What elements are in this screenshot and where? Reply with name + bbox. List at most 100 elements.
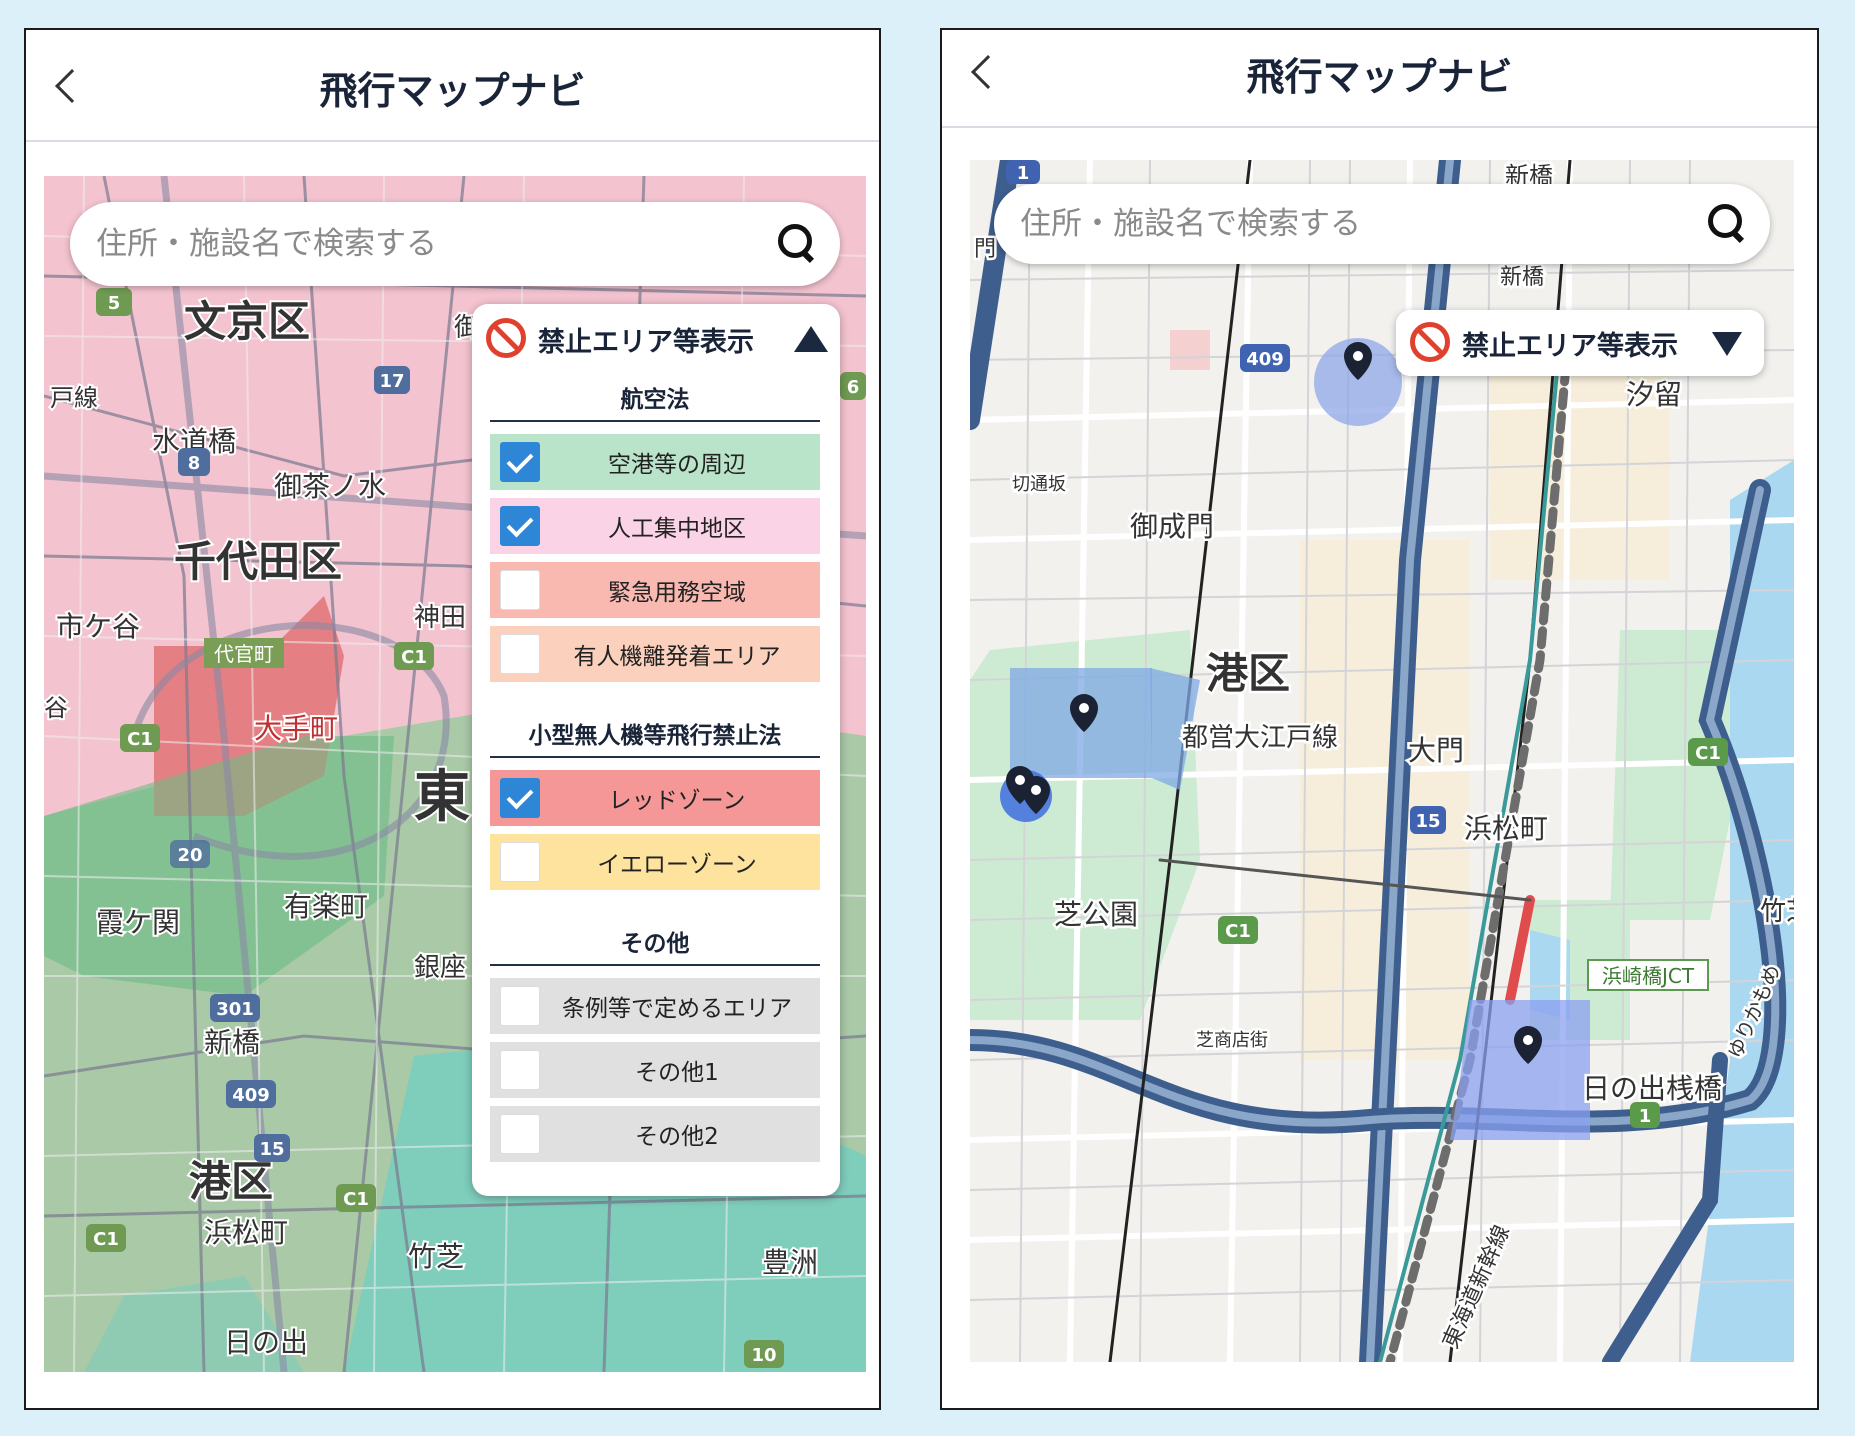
layer-option[interactable]: 有人機離発着エリア xyxy=(490,626,820,682)
map-view[interactable]: 港区 汐留 御成門 切通坂 都営大江戸線 大門 浜松町 芝公園 芝商店街 日の出… xyxy=(970,160,1794,1362)
map-label: 市ケ谷 xyxy=(56,610,140,643)
search-bar[interactable] xyxy=(994,184,1770,264)
map-label: 竹芝 xyxy=(408,1240,464,1273)
map-label: 谷 xyxy=(44,694,68,722)
option-label: その他1 xyxy=(635,1060,719,1086)
section-heading: 小型無人機等飛行禁止法 xyxy=(528,723,782,749)
route-shield: 301 xyxy=(216,999,254,1020)
option-label: その他2 xyxy=(635,1124,719,1150)
section-heading: 航空法 xyxy=(620,387,690,413)
panel-title: 禁止エリア等表示 xyxy=(538,327,754,358)
prohibited-icon xyxy=(1410,322,1450,362)
section-divider xyxy=(490,420,820,422)
map-label: 戸線 xyxy=(50,384,98,412)
map-label: 都営大江戸線 xyxy=(1182,723,1338,753)
app-header: 飛行マップナビ xyxy=(942,30,1817,128)
map-label: 新橋 xyxy=(1500,265,1544,290)
option-label: 有人機離発着エリア xyxy=(573,644,781,670)
layer-option[interactable]: その他2 xyxy=(490,1106,820,1162)
map-view[interactable]: 文京区 千代田区 港区 東 水道橋 御茶ノ水 市ケ谷 神田 大手町 霞ケ関 有楽… xyxy=(44,176,866,1372)
map-label: 有楽町 xyxy=(284,890,368,923)
route-shield: 409 xyxy=(232,1085,270,1106)
route-shield: C1 xyxy=(93,1229,119,1250)
map-label: 神田 xyxy=(414,603,466,633)
option-label: レッドゾーン xyxy=(608,788,746,814)
app-title: 飛行マップナビ xyxy=(1246,55,1513,99)
checkbox[interactable] xyxy=(500,634,540,674)
option-label: 空港等の周辺 xyxy=(608,452,746,478)
map-label: 門 xyxy=(974,237,996,262)
search-input[interactable] xyxy=(994,184,1702,264)
checkbox[interactable] xyxy=(500,1050,540,1090)
search-icon[interactable] xyxy=(772,220,820,268)
restricted-area[interactable] xyxy=(1450,1000,1590,1140)
route-shield: 20 xyxy=(177,845,202,866)
layer-option[interactable]: その他1 xyxy=(490,1042,820,1098)
checkbox[interactable] xyxy=(500,1114,540,1154)
app-header: 飛行マップナビ xyxy=(26,30,879,142)
map-label: 大門 xyxy=(1408,734,1464,767)
route-shield: 409 xyxy=(1246,349,1284,370)
layer-option[interactable]: 人工集中地区 xyxy=(490,498,820,554)
map-label: 浜松町 xyxy=(204,1216,288,1249)
section-divider xyxy=(490,964,820,966)
route-shield: 17 xyxy=(379,371,404,392)
restricted-area-layer-toggle[interactable]: 禁止エリア等表示 xyxy=(1396,310,1764,376)
map-label: 浜崎橋JCT xyxy=(1602,964,1695,988)
option-label: 緊急用務空域 xyxy=(608,580,746,606)
section-divider xyxy=(490,756,820,758)
map-label: 芝公園 xyxy=(1054,898,1138,931)
search-bar[interactable] xyxy=(70,202,840,286)
map-label: 日の出 xyxy=(224,1326,308,1359)
app-title: 飛行マップナビ xyxy=(319,69,586,113)
map-label: 文京区 xyxy=(184,297,310,346)
map-label: 御茶ノ水 xyxy=(274,470,386,503)
panel-title: 禁止エリア等表示 xyxy=(1462,331,1678,362)
layer-option[interactable]: レッドゾーン xyxy=(490,770,820,826)
route-shield: 10 xyxy=(751,1345,776,1366)
option-label: イエローゾーン xyxy=(597,852,757,878)
map-label: 日の出桟橋 xyxy=(1582,1072,1722,1105)
map-label: 東 xyxy=(414,765,470,830)
checkbox[interactable] xyxy=(500,442,540,482)
checkbox[interactable] xyxy=(500,986,540,1026)
map-label: 切通坂 xyxy=(1012,474,1066,495)
prohibited-icon xyxy=(486,318,526,358)
map-label: 御成門 xyxy=(1130,510,1214,543)
route-shield: C1 xyxy=(401,647,427,668)
map-label: 霞ケ関 xyxy=(96,906,180,939)
layer-option[interactable]: イエローゾーン xyxy=(490,834,820,890)
map-label: 芝商店街 xyxy=(1196,1030,1268,1051)
layer-option[interactable]: 空港等の周辺 xyxy=(490,434,820,490)
route-shield: C1 xyxy=(343,1189,369,1210)
map-label: 港区 xyxy=(1206,649,1290,698)
route-shield: 8 xyxy=(188,453,201,474)
checkbox[interactable] xyxy=(500,778,540,818)
route-shield: 5 xyxy=(108,293,121,314)
layer-option[interactable]: 条例等で定めるエリア xyxy=(490,978,820,1034)
route-shield: 6 xyxy=(847,377,860,398)
map-label: 新橋 xyxy=(204,1026,260,1059)
route-shield: 15 xyxy=(1415,811,1440,832)
route-shield: 1 xyxy=(1017,163,1030,184)
checkbox[interactable] xyxy=(500,842,540,882)
expand-triangle-icon[interactable] xyxy=(1712,332,1742,356)
collapse-triangle-icon[interactable] xyxy=(794,326,828,352)
map-label: 汐留 xyxy=(1626,378,1682,411)
search-icon[interactable] xyxy=(1702,200,1750,248)
left-phone-screen: 飛行マップナビ 文京区 千代田区 港区 東 水道橋 御茶ノ水 市ケ谷 神田 大手… xyxy=(24,28,881,1410)
map-label: 浜松町 xyxy=(1464,812,1548,845)
checkbox[interactable] xyxy=(500,506,540,546)
route-shield: C1 xyxy=(127,729,153,750)
restricted-area-layer-panel: 禁止エリア等表示 航空法 空港等の周辺 人工集中地区 緊急用務空域 有人機離発着… xyxy=(472,304,840,1196)
option-label: 人工集中地区 xyxy=(608,516,746,542)
map-label: 港区 xyxy=(189,1157,273,1206)
map-label: 銀座 xyxy=(414,953,466,983)
layer-option[interactable]: 緊急用務空域 xyxy=(490,562,820,618)
checkbox[interactable] xyxy=(500,570,540,610)
section-heading: その他 xyxy=(620,931,690,957)
route-shield: 1 xyxy=(1639,1106,1652,1127)
map-label: 豊洲 xyxy=(762,1246,818,1279)
map-label: 千代田区 xyxy=(174,537,342,586)
search-input[interactable] xyxy=(70,202,772,286)
